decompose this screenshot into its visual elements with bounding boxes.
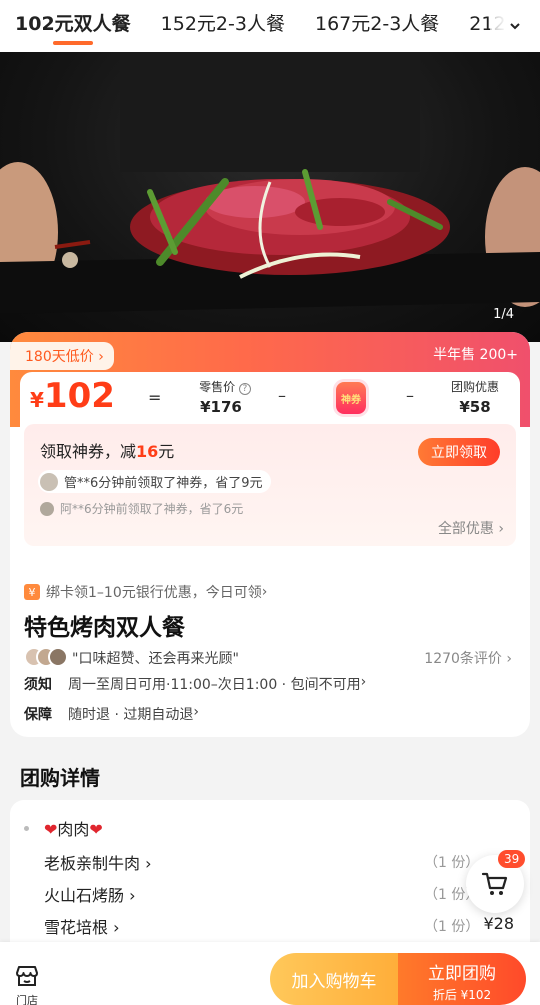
image-counter: 1/4: [493, 307, 514, 322]
bank-icon: ¥: [24, 584, 40, 600]
buy-now-price: 折后 ¥102: [432, 988, 492, 1002]
avatar: [40, 501, 54, 516]
avatar: [40, 472, 58, 491]
group-discount-value: ¥58: [459, 398, 491, 416]
retail-price-label: 零售价 ?: [180, 378, 270, 395]
chevron-right-icon: ›: [193, 704, 199, 720]
hero-image[interactable]: 1/4: [0, 52, 540, 342]
info-icon: ?: [238, 383, 251, 395]
tab-167[interactable]: 167元2-3人餐: [300, 0, 454, 52]
notice-value: 周一至周日可用·11:00–次日1:00 · 包间不可用: [68, 677, 361, 693]
coupon-title: 领取神券，减16元: [40, 442, 175, 461]
tab-152[interactable]: 152元2-3人餐: [146, 0, 300, 52]
bullet-dot: [24, 826, 29, 831]
heart-icon: ❤: [44, 820, 58, 839]
notice-rule[interactable]: 须知 周一至周日可用·11:00–次日1:00 · 包间不可用 ›: [24, 674, 366, 694]
low-price-label: 180天低价: [25, 349, 94, 365]
chevron-right-icon: ›: [124, 886, 136, 905]
detail-section-title: 团购详情: [20, 766, 100, 790]
detail-item[interactable]: 老板亲制牛肉 › （1 份）: [44, 850, 514, 876]
detail-item[interactable]: 雪花培根 › （1 份） ¥28: [44, 914, 514, 940]
guarantee-value: 随时退 · 过期自动退: [68, 707, 194, 723]
chevron-right-icon: ›: [501, 651, 512, 667]
review-count[interactable]: 1270条评价 ›: [424, 648, 512, 668]
detail-item[interactable]: 火山石烤肠 › （1 份）: [44, 882, 514, 908]
review-row[interactable]: "口味超赞、还会再来光顾" 1270条评价 ›: [24, 646, 516, 668]
coupon-amount: 16: [136, 442, 159, 461]
price-card: 180天低价 › 半年售 200+ ¥102 = 零售价 ? ¥176 – 神券…: [10, 332, 530, 737]
buy-now-button[interactable]: 立即团购 折后 ¥102: [398, 953, 526, 1005]
coupon-box: 领取神券，减16元 立即领取 管**6分钟前领取了神券，省了9元 阿**6分钟前…: [24, 424, 516, 546]
group-discount-label: 团购优惠: [450, 380, 499, 394]
chevron-right-icon: ›: [140, 854, 152, 873]
store-label: 门店: [16, 994, 38, 1005]
review-quote: "口味超赞、还会再来光顾": [72, 651, 239, 667]
chevron-right-icon: ›: [360, 674, 367, 690]
chevron-right-icon: ›: [108, 918, 120, 937]
notice-label: 须知: [24, 677, 52, 693]
claim-coupon-button[interactable]: 立即领取: [418, 438, 500, 466]
chevron-right-icon: ›: [493, 521, 504, 537]
item-name: 雪花培根: [44, 918, 109, 937]
item-name: 火山石烤肠: [44, 886, 125, 905]
deal-price-value: 102: [43, 376, 115, 416]
app-root: { "tabs": [ {"label": "102元双人餐"}, {"labe…: [0, 0, 540, 1005]
chevron-right-icon: ›: [98, 349, 104, 365]
item-price: ¥28: [483, 914, 514, 933]
all-offers-link[interactable]: 全部优惠 ›: [438, 518, 504, 538]
package-tabs: 102元双人餐 152元2-3人餐 167元2-3人餐 212: [0, 0, 540, 52]
shen-coupon-badge: 神券: [336, 382, 366, 414]
claim-notice-2: 阿**6分钟前领取了神券，省了6元: [38, 498, 251, 519]
tabs-expand-button[interactable]: [490, 0, 540, 52]
cart-icon: [481, 872, 508, 895]
minus-sign-2: –: [406, 386, 414, 405]
bank-offer[interactable]: ¥ 绑卡领1–10元银行优惠，今日可领 ›: [24, 582, 267, 602]
price-breakdown: ¥102 = 零售价 ? ¥176 – 神券 – 团购优惠 ¥58: [20, 372, 520, 428]
minus-sign-1: –: [278, 386, 286, 405]
add-to-cart-button[interactable]: 加入购物车: [270, 953, 398, 1005]
equals-sign: =: [148, 388, 162, 407]
heart-icon: ❤: [89, 820, 103, 839]
item-name: 老板亲制牛肉: [44, 854, 141, 873]
avatar: [48, 647, 68, 667]
store-button[interactable]: 门店: [12, 964, 42, 1005]
half-year-sales: 半年售 200+: [433, 347, 518, 363]
deal-title: 特色烤肉双人餐: [24, 615, 185, 641]
store-icon: [16, 966, 38, 986]
tab-102[interactable]: 102元双人餐: [0, 0, 146, 52]
currency-symbol: ¥: [30, 388, 44, 412]
guarantee-label: 保障: [24, 707, 52, 723]
beef-dish-illustration: [0, 52, 540, 314]
guarantee-rule[interactable]: 保障 随时退 · 过期自动退 ›: [24, 704, 199, 724]
chevron-down-icon: [510, 23, 520, 30]
detail-category: ❤肉肉❤: [44, 820, 103, 839]
cart-count-badge: 39: [498, 850, 526, 868]
low-price-tag[interactable]: 180天低价 ›: [10, 342, 114, 370]
chevron-right-icon: ›: [261, 584, 268, 600]
deal-price: ¥102: [30, 376, 115, 416]
reviewer-avatars: [24, 646, 70, 668]
retail-price-value: ¥176: [200, 398, 242, 416]
bottom-bar: 门店 加入购物车 立即团购 折后 ¥102: [0, 942, 540, 1005]
buy-now-label: 立即团购: [428, 964, 496, 984]
item-qty: （1 份）: [424, 919, 480, 935]
claim-notice-1: 管**6分钟前领取了神券，省了9元: [38, 470, 271, 493]
